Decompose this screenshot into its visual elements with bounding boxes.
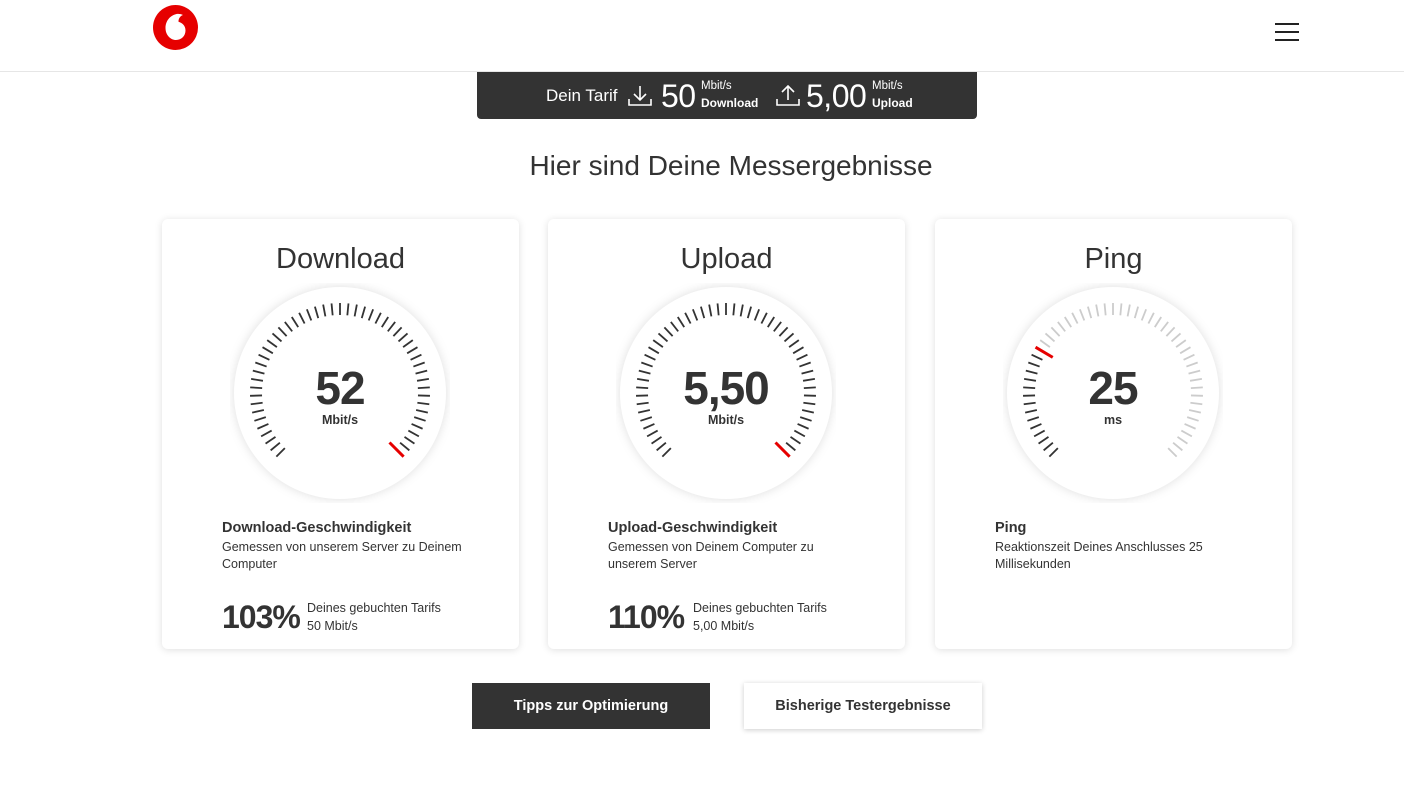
download-card: Download 52 Mbit/s Download-Geschwindigk… (162, 219, 519, 649)
tariff-percentage: 103% (222, 599, 301, 635)
percentage-caption-line2: 50 Mbit/s (307, 619, 358, 633)
gauge-tick (330, 303, 334, 316)
upload-card: Upload 5,50 Mbit/s Upload-Geschwindigkei… (548, 219, 905, 649)
card-title: Ping (1084, 243, 1143, 275)
gauge-unit: ms (1103, 413, 1123, 427)
gauge-value: 5,50 (683, 362, 770, 414)
ping-card: Ping 25 ms Ping Reaktionszeit Deines Ans… (935, 219, 1292, 649)
page-title: Hier sind Deine Messergebnisse (529, 150, 933, 181)
desc-text: Gemessen von Deinem Computer zu unserem … (608, 540, 814, 571)
tariff-upload-label: Upload (872, 96, 913, 110)
desc-text: Reaktionszeit Deines Anschlusses 25 Mill… (995, 540, 1203, 571)
percentage-caption: Deines gebuchten Tarifs 50 Mbit/s (307, 599, 441, 635)
history-button[interactable]: Bisherige Testergebnisse (744, 683, 982, 729)
tariff-label: Dein Tarif (546, 86, 618, 105)
tariff-upload-unit: Mbit/s (872, 80, 903, 92)
card-title: Download (276, 243, 405, 275)
upload-icon (776, 85, 800, 106)
desc-title: Ping (995, 520, 1027, 536)
tariff-bar: Dein Tarif 50 Mbit/s Download 5,00 Mbit/… (477, 72, 977, 119)
gauge-value: 25 (1088, 362, 1138, 414)
download-icon (628, 86, 652, 106)
desc-text: Gemessen von unserem Server zu Deinem Co… (222, 540, 462, 571)
tariff-download-value: 50 (661, 78, 696, 114)
gauge-tick (732, 303, 736, 316)
tariff-percentage: 110% (608, 599, 685, 635)
desc-title: Download-Geschwindigkeit (222, 520, 412, 536)
desc-title: Upload-Geschwindigkeit (608, 520, 778, 536)
tariff-upload-value: 5,00 (806, 78, 867, 114)
gauge-tick (716, 303, 720, 316)
gauge-unit: Mbit/s (707, 413, 745, 427)
gauge-value: 52 (315, 362, 365, 414)
percentage-caption-line1: Deines gebuchten Tarifs (693, 601, 827, 615)
tariff-download-label: Download (701, 96, 759, 110)
vodafone-logo[interactable] (153, 5, 198, 50)
gauge-tick (1103, 303, 1107, 316)
percentage-caption-line2: 5,00 Mbit/s (693, 619, 755, 633)
tariff-download-unit: Mbit/s (701, 80, 732, 92)
hamburger-menu-icon[interactable] (1270, 20, 1304, 44)
card-title: Upload (680, 243, 773, 275)
percentage-caption-line1: Deines gebuchten Tarifs (307, 601, 441, 615)
percentage-caption: Deines gebuchten Tarifs 5,00 Mbit/s (693, 599, 827, 635)
tips-button[interactable]: Tipps zur Optimierung (472, 683, 710, 729)
header (0, 0, 1404, 72)
gauge-tick (346, 303, 350, 316)
gauge-unit: Mbit/s (321, 413, 359, 427)
gauge-tick (1119, 303, 1123, 316)
